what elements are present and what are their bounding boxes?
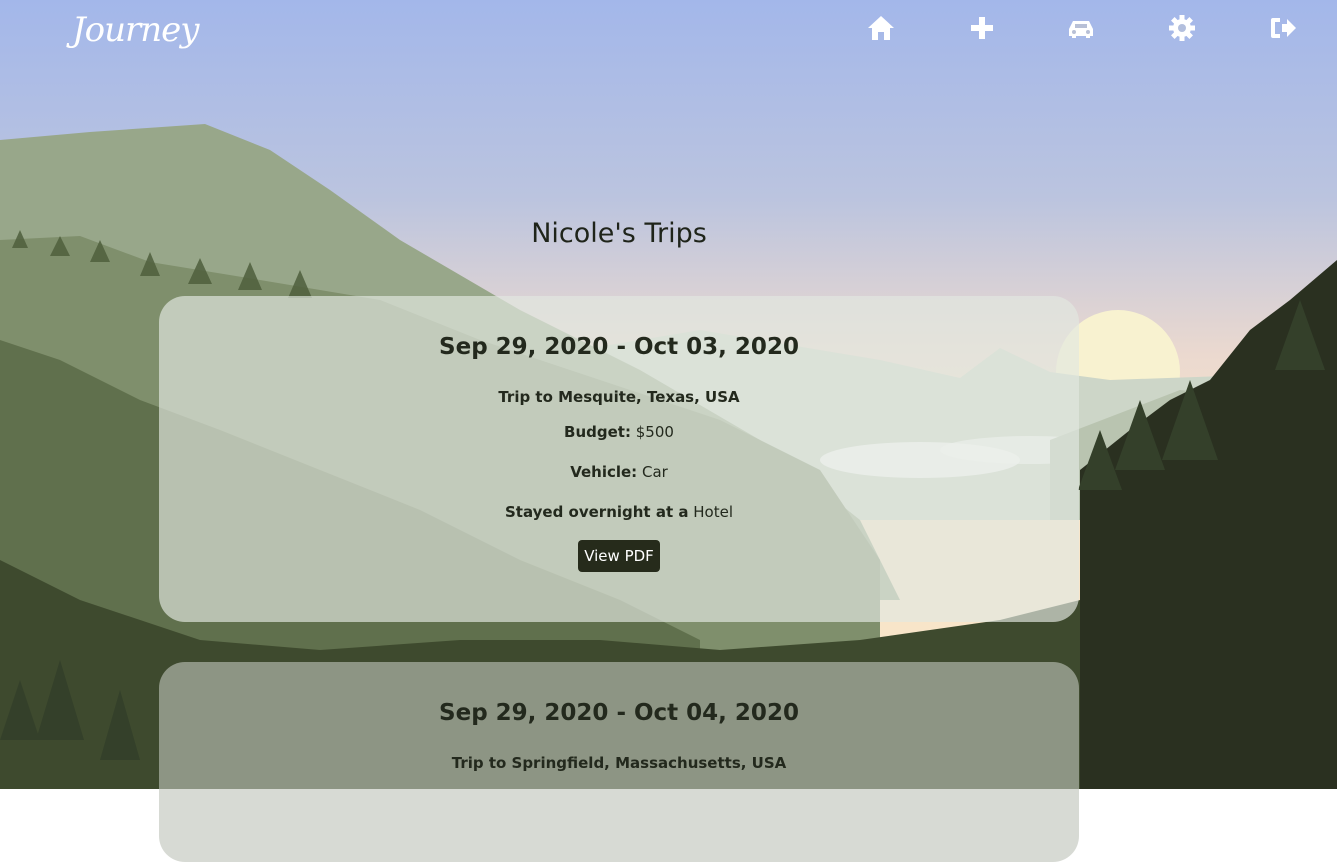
vehicle-label: Vehicle: xyxy=(570,463,638,481)
page-title: Nicole's Trips xyxy=(531,218,707,249)
gear-icon-glyph xyxy=(1169,15,1195,41)
top-navbar: Journey xyxy=(0,0,1337,70)
trip-destination: Trip to Mesquite, Texas, USA xyxy=(498,388,740,406)
journey-logo[interactable]: Journey xyxy=(72,10,199,50)
trip-lodging: Stayed overnight at a Hotel xyxy=(159,492,1079,532)
home-icon[interactable] xyxy=(866,13,896,43)
sign-out-icon[interactable] xyxy=(1268,13,1298,43)
trip-budget: Budget: $500 xyxy=(159,412,1079,452)
plus-icon[interactable] xyxy=(967,13,997,43)
budget-label: Budget: xyxy=(564,423,631,441)
gear-icon[interactable] xyxy=(1167,13,1197,43)
trip-vehicle: Vehicle: Car xyxy=(159,452,1079,492)
sign-out-icon-glyph xyxy=(1271,18,1296,38)
car-icon[interactable] xyxy=(1066,13,1096,43)
trip-dates: Sep 29, 2020 - Oct 04, 2020 xyxy=(439,700,799,726)
trip-dates: Sep 29, 2020 - Oct 03, 2020 xyxy=(439,334,799,360)
budget-value: $500 xyxy=(635,423,674,441)
view-pdf-button[interactable]: View PDF xyxy=(578,540,660,572)
trip-card: Sep 29, 2020 - Oct 03, 2020 Trip to Mesq… xyxy=(159,296,1079,622)
plus-icon-glyph xyxy=(971,17,993,39)
lodging-value: Hotel xyxy=(693,503,733,521)
home-icon-glyph xyxy=(868,16,894,40)
lodging-label: Stayed overnight at a xyxy=(505,503,689,521)
vehicle-value: Car xyxy=(641,463,668,481)
trip-destination: Trip to Springfield, Massachusetts, USA xyxy=(451,754,787,772)
car-icon-glyph xyxy=(1069,21,1093,38)
trip-card: Sep 29, 2020 - Oct 04, 2020 Trip to Spri… xyxy=(159,662,1079,862)
